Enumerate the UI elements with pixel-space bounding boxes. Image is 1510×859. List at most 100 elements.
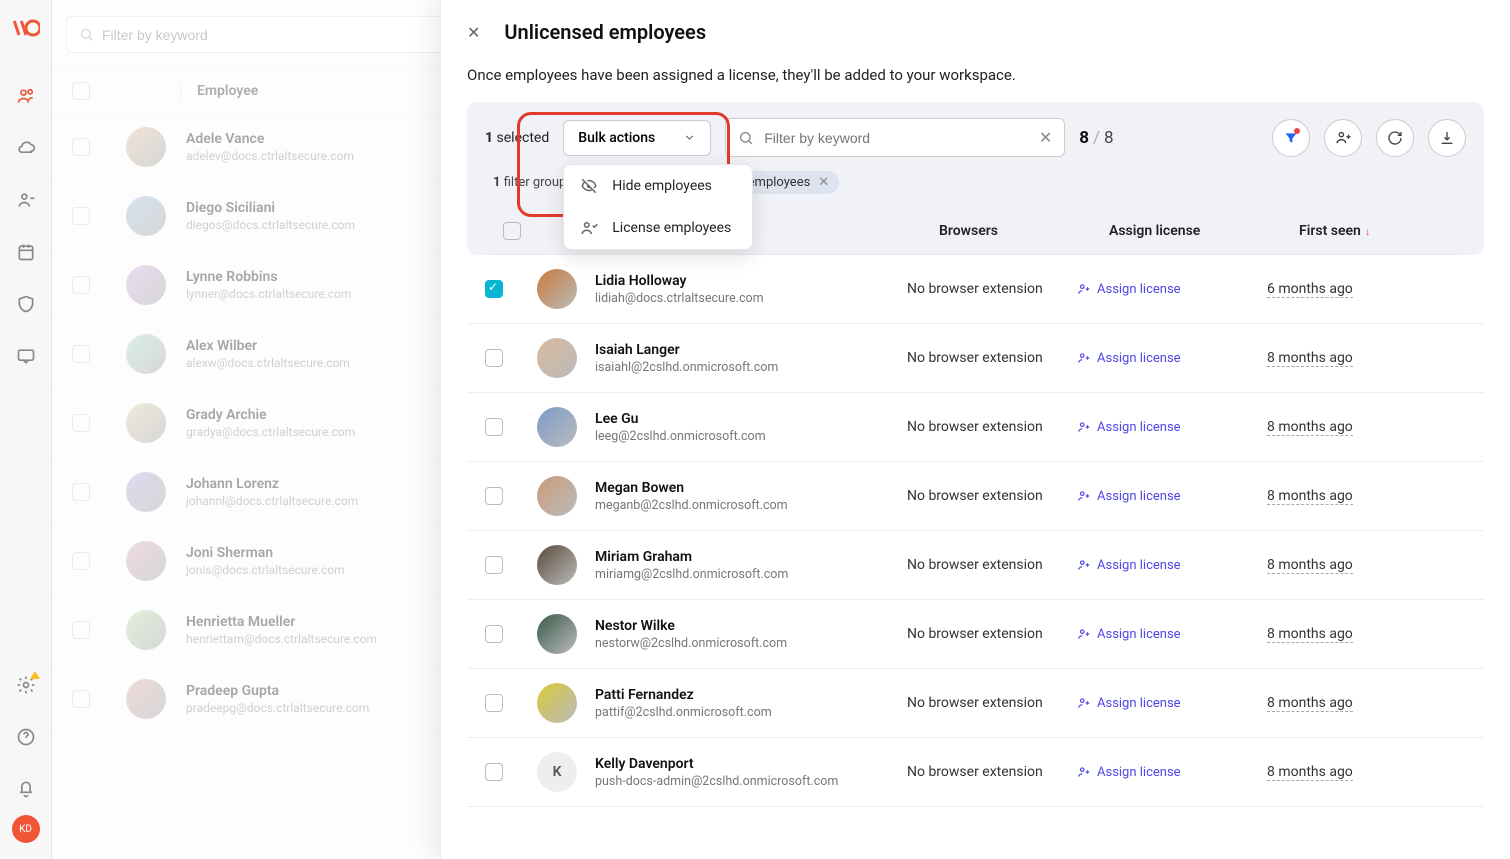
table-row: Lidia Holloway lidiah@docs.ctrlaltsecure…	[467, 255, 1484, 324]
avatar	[537, 545, 577, 585]
remove-chip-icon[interactable]: ✕	[818, 175, 829, 190]
clear-icon[interactable]: ✕	[1039, 128, 1052, 147]
first-seen: 8 months ago	[1267, 488, 1353, 505]
close-icon[interactable]: ✕	[467, 23, 480, 42]
user-plus-icon	[1077, 282, 1091, 296]
employee-name: Nestor Wilke	[595, 618, 907, 634]
assign-license-link[interactable]: Assign license	[1077, 765, 1267, 780]
filter-icon	[1283, 130, 1299, 146]
refresh-icon	[1387, 130, 1403, 146]
assign-license-link[interactable]: Assign license	[1077, 489, 1267, 504]
assign-license-link[interactable]: Assign license	[1077, 351, 1267, 366]
add-user-button[interactable]	[1324, 119, 1362, 157]
row-checkbox[interactable]	[485, 349, 503, 367]
employee-email: miriamg@2cslhd.onmicrosoft.com	[595, 567, 907, 582]
first-seen: 8 months ago	[1267, 419, 1353, 436]
employee-email: lidiah@docs.ctrlaltsecure.com	[595, 291, 907, 306]
employee-email: leeg@2cslhd.onmicrosoft.com	[595, 429, 907, 444]
table-row: Lee Gu leeg@2cslhd.onmicrosoft.com No br…	[467, 393, 1484, 462]
avatar	[537, 269, 577, 309]
assign-license-link[interactable]: Assign license	[1077, 696, 1267, 711]
download-icon	[1439, 130, 1455, 146]
filter-group-count: 1 filter group	[493, 175, 566, 190]
browser-status: No browser extension	[907, 764, 1077, 780]
filter-button[interactable]	[1272, 119, 1310, 157]
avatar	[537, 476, 577, 516]
row-checkbox[interactable]	[485, 694, 503, 712]
employee-name: Lidia Holloway	[595, 273, 907, 289]
col-browsers[interactable]: Browsers	[939, 223, 998, 239]
employee-email: push-docs-admin@2cslhd.onmicrosoft.com	[595, 774, 907, 789]
panel-filter-field[interactable]	[764, 130, 1039, 146]
panel-filter-input[interactable]: ✕	[725, 118, 1065, 157]
menu-item-label: License employees	[612, 220, 731, 236]
row-checkbox[interactable]	[485, 763, 503, 781]
menu-item-label: Hide employees	[612, 178, 712, 194]
employee-name: Lee Gu	[595, 411, 907, 427]
user-plus-icon	[1335, 129, 1352, 146]
nav-chat-icon[interactable]	[14, 344, 38, 368]
eye-off-icon	[580, 177, 598, 195]
assign-license-link[interactable]: Assign license	[1077, 420, 1267, 435]
assign-license-link[interactable]: Assign license	[1077, 282, 1267, 297]
employee-name: Isaiah Langer	[595, 342, 907, 358]
menu-license-employees[interactable]: License employees	[564, 207, 752, 249]
menu-hide-employees[interactable]: Hide employees	[564, 165, 752, 207]
nav-employees-icon[interactable]	[14, 84, 38, 108]
assign-license-link[interactable]: Assign license	[1077, 627, 1267, 642]
row-checkbox[interactable]	[485, 625, 503, 643]
bulk-actions-button[interactable]: Bulk actions	[563, 120, 711, 156]
first-seen: 6 months ago	[1267, 281, 1353, 298]
nav-cloud-icon[interactable]	[14, 136, 38, 160]
nav-bell-icon[interactable]	[14, 777, 38, 801]
avatar	[537, 614, 577, 654]
assign-license-link[interactable]: Assign license	[1077, 558, 1267, 573]
download-button[interactable]	[1428, 119, 1466, 157]
nav-settings-icon[interactable]	[14, 673, 38, 697]
browser-status: No browser extension	[907, 350, 1077, 366]
col-first-seen[interactable]: First seen	[1299, 223, 1361, 239]
employee-email: pattif@2cslhd.onmicrosoft.com	[595, 705, 907, 720]
table-row: Megan Bowen meganb@2cslhd.onmicrosoft.co…	[467, 462, 1484, 531]
employee-name: Megan Bowen	[595, 480, 907, 496]
row-checkbox[interactable]	[485, 487, 503, 505]
sort-desc-icon: ↓	[1365, 225, 1371, 238]
nav-calendar-icon[interactable]	[14, 240, 38, 264]
row-checkbox[interactable]	[485, 418, 503, 436]
row-checkbox[interactable]	[485, 556, 503, 574]
nav-help-icon[interactable]	[14, 725, 38, 749]
row-checkbox[interactable]	[485, 280, 503, 298]
first-seen: 8 months ago	[1267, 695, 1353, 712]
avatar	[537, 407, 577, 447]
user-plus-icon	[1077, 489, 1091, 503]
user-plus-icon	[1077, 351, 1091, 365]
employee-email: nestorw@2cslhd.onmicrosoft.com	[595, 636, 907, 651]
table-row: K Kelly Davenport push-docs-admin@2cslhd…	[467, 738, 1484, 807]
nav-rail: KD	[0, 0, 52, 859]
nav-shield-icon[interactable]	[14, 292, 38, 316]
browser-status: No browser extension	[907, 626, 1077, 642]
user-plus-icon	[1077, 765, 1091, 779]
employee-name: Patti Fernandez	[595, 687, 907, 703]
table-row: Nestor Wilke nestorw@2cslhd.onmicrosoft.…	[467, 600, 1484, 669]
first-seen: 8 months ago	[1267, 764, 1353, 781]
avatar	[537, 683, 577, 723]
employee-email: meganb@2cslhd.onmicrosoft.com	[595, 498, 907, 513]
search-icon	[738, 130, 754, 146]
select-all-checkbox[interactable]	[503, 222, 521, 240]
user-plus-icon	[1077, 627, 1091, 641]
browser-status: No browser extension	[907, 281, 1077, 297]
selected-count: 1 selected	[485, 130, 549, 146]
nav-user-avatar[interactable]: KD	[12, 815, 40, 843]
nav-person-remove-icon[interactable]	[14, 188, 38, 212]
employee-email: isaiahl@2cslhd.onmicrosoft.com	[595, 360, 907, 375]
refresh-button[interactable]	[1376, 119, 1414, 157]
app-logo-icon	[12, 14, 40, 42]
result-count: 8/8	[1079, 128, 1113, 148]
browser-status: No browser extension	[907, 695, 1077, 711]
panel-subtitle: Once employees have been assigned a lice…	[441, 62, 1510, 102]
col-license[interactable]: Assign license	[1109, 223, 1200, 239]
first-seen: 8 months ago	[1267, 626, 1353, 643]
table-row: Miriam Graham miriamg@2cslhd.onmicrosoft…	[467, 531, 1484, 600]
bulk-actions-label: Bulk actions	[578, 130, 655, 146]
